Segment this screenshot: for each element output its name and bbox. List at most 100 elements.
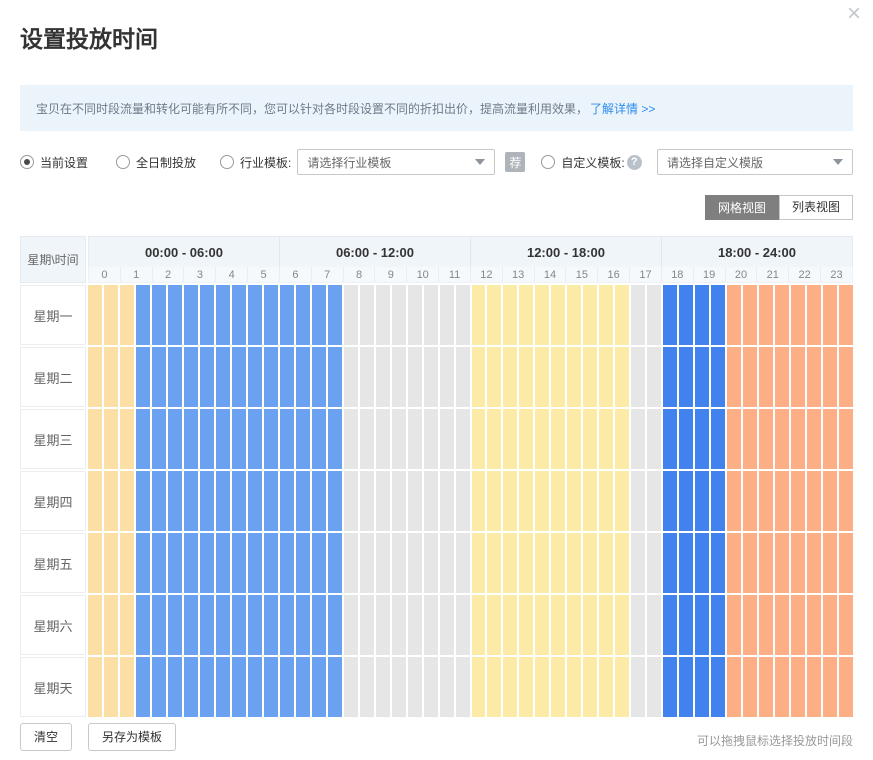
schedule-cell[interactable] [663, 347, 677, 407]
schedule-cell[interactable] [487, 595, 501, 655]
schedule-cell[interactable] [679, 595, 693, 655]
schedule-cell[interactable] [711, 285, 725, 345]
schedule-cell[interactable] [184, 347, 198, 407]
schedule-cell[interactable] [136, 657, 150, 717]
schedule-cell[interactable] [440, 409, 454, 469]
schedule-cell[interactable] [599, 285, 613, 345]
schedule-cell[interactable] [264, 657, 278, 717]
schedule-cell[interactable] [535, 409, 549, 469]
schedule-cell[interactable] [328, 533, 342, 593]
schedule-cell[interactable] [775, 285, 789, 345]
schedule-cell[interactable] [408, 657, 422, 717]
schedule-cell[interactable] [695, 657, 709, 717]
schedule-cell[interactable] [535, 347, 549, 407]
schedule-cell[interactable] [344, 409, 358, 469]
schedule-cell[interactable] [280, 347, 294, 407]
schedule-cell[interactable] [216, 657, 230, 717]
schedule-cell[interactable] [456, 347, 470, 407]
day-label[interactable]: 星期五 [20, 533, 86, 593]
schedule-cell[interactable] [583, 285, 597, 345]
schedule-cell[interactable] [232, 285, 246, 345]
hour-header[interactable]: 17 [629, 267, 661, 282]
schedule-cell[interactable] [679, 657, 693, 717]
schedule-cell[interactable] [535, 471, 549, 531]
schedule-cell[interactable] [503, 657, 517, 717]
schedule-cell[interactable] [136, 409, 150, 469]
schedule-cell[interactable] [472, 285, 486, 345]
schedule-cell[interactable] [711, 347, 725, 407]
schedule-cell[interactable] [312, 285, 326, 345]
schedule-cell[interactable] [711, 657, 725, 717]
schedule-cell[interactable] [360, 285, 374, 345]
schedule-cell[interactable] [152, 471, 166, 531]
schedule-cell[interactable] [312, 533, 326, 593]
schedule-cell[interactable] [823, 471, 837, 531]
hour-header[interactable]: 22 [788, 267, 820, 282]
radio-option-fullday[interactable]: 全日制投放 [116, 154, 196, 171]
schedule-cell[interactable] [631, 595, 645, 655]
schedule-cell[interactable] [168, 657, 182, 717]
schedule-cell[interactable] [408, 409, 422, 469]
schedule-cell[interactable] [232, 657, 246, 717]
schedule-cell[interactable] [727, 533, 741, 593]
schedule-cell[interactable] [104, 409, 118, 469]
learn-more-link[interactable]: 了解详情 >> [590, 100, 655, 117]
schedule-cell[interactable] [344, 595, 358, 655]
schedule-cell[interactable] [328, 657, 342, 717]
close-icon[interactable]: × [847, 2, 861, 26]
schedule-cell[interactable] [232, 409, 246, 469]
schedule-cell[interactable] [647, 347, 661, 407]
schedule-cell[interactable] [759, 347, 773, 407]
hour-header[interactable]: 8 [343, 267, 375, 282]
schedule-cell[interactable] [503, 595, 517, 655]
schedule-cell[interactable] [743, 471, 757, 531]
schedule-cell[interactable] [823, 285, 837, 345]
schedule-cell[interactable] [264, 471, 278, 531]
schedule-cell[interactable] [791, 285, 805, 345]
schedule-cell[interactable] [519, 285, 533, 345]
schedule-cell[interactable] [599, 533, 613, 593]
schedule-cell[interactable] [456, 533, 470, 593]
hour-header[interactable]: 14 [534, 267, 566, 282]
schedule-cell[interactable] [296, 347, 310, 407]
schedule-cell[interactable] [248, 595, 262, 655]
schedule-cell[interactable] [440, 657, 454, 717]
schedule-cell[interactable] [296, 409, 310, 469]
schedule-cell[interactable] [360, 657, 374, 717]
schedule-cell[interactable] [120, 409, 134, 469]
day-label[interactable]: 星期六 [20, 595, 86, 655]
schedule-cell[interactable] [775, 595, 789, 655]
schedule-cell[interactable] [200, 533, 214, 593]
schedule-cell[interactable] [727, 409, 741, 469]
radio-option-current[interactable]: 当前设置 [20, 154, 88, 171]
schedule-cell[interactable] [759, 471, 773, 531]
schedule-cell[interactable] [631, 471, 645, 531]
schedule-cell[interactable] [88, 471, 102, 531]
hour-header[interactable]: 13 [502, 267, 534, 282]
schedule-cell[interactable] [679, 471, 693, 531]
schedule-cell[interactable] [791, 471, 805, 531]
schedule-cell[interactable] [312, 657, 326, 717]
schedule-cell[interactable] [152, 657, 166, 717]
schedule-cell[interactable] [519, 347, 533, 407]
hour-header[interactable]: 10 [406, 267, 438, 282]
schedule-cell[interactable] [440, 285, 454, 345]
schedule-cell[interactable] [487, 409, 501, 469]
day-label[interactable]: 星期一 [20, 285, 86, 345]
schedule-cell[interactable] [200, 347, 214, 407]
radio-icon[interactable] [116, 155, 130, 169]
schedule-cell[interactable] [296, 657, 310, 717]
schedule-cell[interactable] [216, 347, 230, 407]
schedule-cell[interactable] [408, 595, 422, 655]
schedule-cell[interactable] [743, 595, 757, 655]
schedule-cell[interactable] [168, 285, 182, 345]
schedule-cell[interactable] [344, 347, 358, 407]
day-label[interactable]: 星期三 [20, 409, 86, 469]
schedule-cell[interactable] [200, 595, 214, 655]
schedule-cell[interactable] [392, 657, 406, 717]
schedule-cell[interactable] [775, 533, 789, 593]
schedule-cell[interactable] [184, 657, 198, 717]
schedule-cell[interactable] [583, 471, 597, 531]
hour-header[interactable]: 21 [756, 267, 788, 282]
hour-header[interactable]: 11 [438, 267, 470, 282]
